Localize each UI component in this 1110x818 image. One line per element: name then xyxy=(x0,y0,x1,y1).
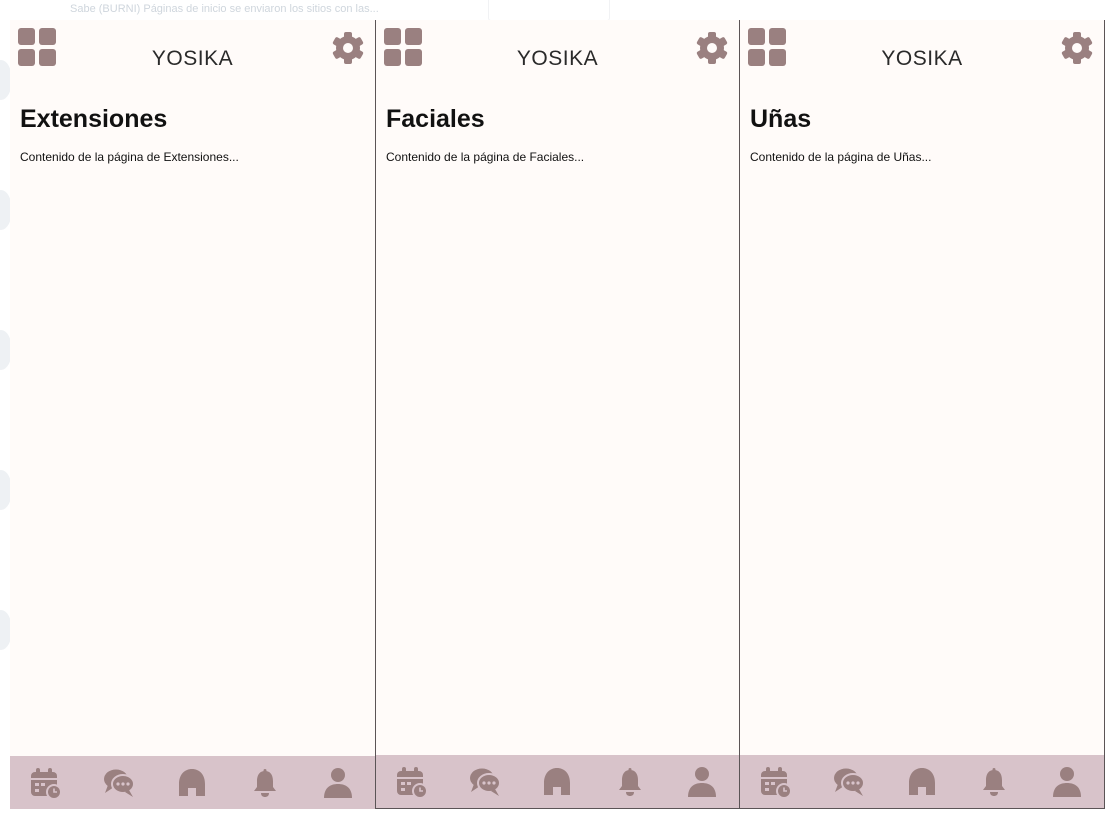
nav-calendar-button[interactable] xyxy=(757,763,795,801)
page-content: Contenido de la página de Uñas... xyxy=(750,150,932,164)
brand-title: YOSIKA xyxy=(881,47,963,70)
bottom-nav xyxy=(10,756,375,809)
user-icon xyxy=(688,766,716,797)
nav-calendar-button[interactable] xyxy=(393,763,431,801)
app-header: YOSIKA xyxy=(740,20,1104,90)
home-icon xyxy=(544,767,570,795)
gear-icon[interactable] xyxy=(331,31,365,65)
calendar-clock-icon xyxy=(761,766,792,799)
background-box xyxy=(488,0,610,21)
nav-profile-button[interactable] xyxy=(683,763,721,801)
nav-home-button[interactable] xyxy=(173,764,211,802)
user-icon xyxy=(1053,766,1081,797)
chat-bubbles-icon xyxy=(469,768,501,796)
home-icon xyxy=(179,768,205,796)
nav-calendar-button[interactable] xyxy=(27,764,65,802)
nav-notifications-button[interactable] xyxy=(611,763,649,801)
gear-icon[interactable] xyxy=(1060,31,1094,65)
app-header: YOSIKA xyxy=(10,20,375,90)
page-title: Faciales xyxy=(386,105,485,133)
background-top-text: Sabe (BURNI) Páginas de inicio se enviar… xyxy=(70,3,379,15)
bell-icon xyxy=(618,767,641,796)
user-icon xyxy=(324,767,352,798)
page-title: Uñas xyxy=(750,105,812,133)
bottom-nav xyxy=(376,755,739,808)
nav-chat-button[interactable] xyxy=(100,764,138,802)
nav-profile-button[interactable] xyxy=(1048,763,1086,801)
page-content: Contenido de la página de Extensiones... xyxy=(20,150,239,164)
calendar-clock-icon xyxy=(397,766,428,799)
bell-icon xyxy=(983,767,1006,796)
phone-screen-unas: YOSIKA Uñas Contenido de la página de Uñ… xyxy=(740,20,1105,809)
bell-icon xyxy=(254,768,276,797)
nav-notifications-button[interactable] xyxy=(975,763,1013,801)
nav-profile-button[interactable] xyxy=(319,764,357,802)
gear-icon[interactable] xyxy=(695,31,729,65)
brand-title: YOSIKA xyxy=(151,47,234,70)
page-title: Extensiones xyxy=(20,105,168,133)
nav-chat-button[interactable] xyxy=(830,763,868,801)
nav-notifications-button[interactable] xyxy=(246,764,284,802)
chat-bubbles-icon xyxy=(833,768,865,796)
home-icon xyxy=(908,767,935,795)
bottom-nav xyxy=(740,755,1104,808)
brand-title: YOSIKA xyxy=(516,47,599,70)
app-header: YOSIKA xyxy=(376,20,739,90)
phone-screen-faciales: YOSIKA Faciales Contenido de la página d… xyxy=(375,20,740,809)
nav-chat-button[interactable] xyxy=(466,763,504,801)
nav-home-button[interactable] xyxy=(538,763,576,801)
nav-home-button[interactable] xyxy=(903,763,941,801)
phone-screen-extensiones: YOSIKA Extensiones Contenido de la págin… xyxy=(10,20,375,809)
chat-bubbles-icon xyxy=(104,769,135,797)
page-content: Contenido de la página de Faciales... xyxy=(386,150,585,164)
calendar-clock-icon xyxy=(31,767,62,800)
